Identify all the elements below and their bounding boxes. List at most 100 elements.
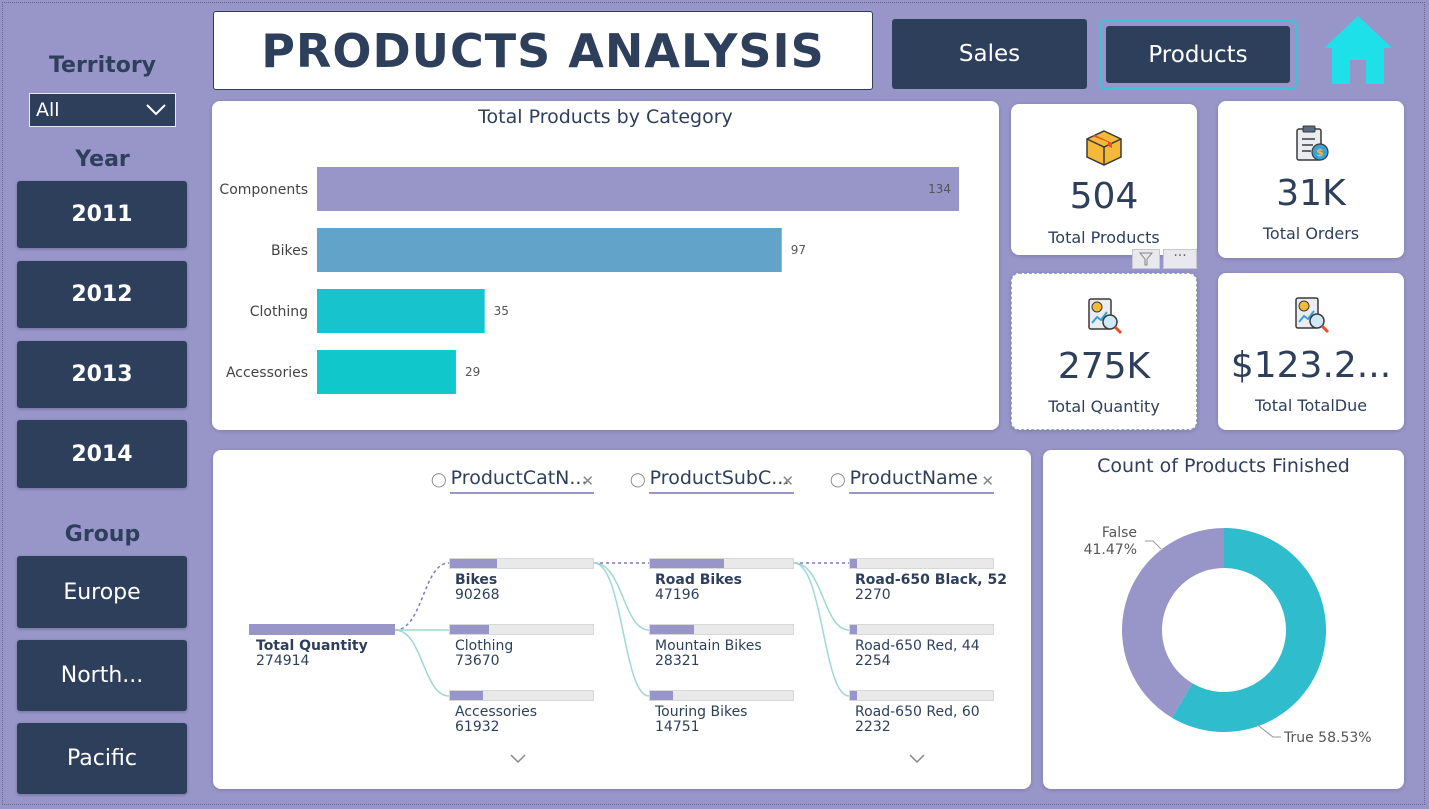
tree-root-value: 274914: [256, 653, 310, 669]
bar-category-label: Components: [219, 182, 308, 198]
chevron-down-icon[interactable]: [509, 753, 527, 765]
donut-label-false-pct: 41.47%: [1084, 542, 1137, 558]
svg-text:$: $: [1316, 146, 1324, 159]
tree-node-value: 61932: [455, 719, 500, 735]
bar-accessories[interactable]: [317, 350, 456, 394]
total-orders-label: Total Orders: [1262, 224, 1360, 243]
tree-node-value: 28321: [655, 653, 700, 669]
tree-node-bar-fill: [850, 559, 858, 568]
tree-node-bar-fill: [650, 691, 673, 700]
group-label: Group: [64, 522, 141, 547]
chevron-down-icon: [146, 104, 166, 116]
tree-node-bar-fill: [850, 625, 858, 634]
year-button-2011[interactable]: 2011: [17, 181, 187, 248]
total-quantity-value: 275K: [1057, 346, 1151, 387]
tree-node-label: Road-650 Black, 52: [855, 572, 1007, 588]
total-due-value: $123.2...: [1230, 345, 1392, 386]
page-title-box: PRODUCTS ANALYSIS: [213, 11, 873, 90]
tree-node-label: Clothing: [455, 638, 514, 654]
tree-node-bar-track[interactable]: [849, 558, 994, 569]
kpi-card-total-quantity[interactable]: 275K Total Quantity: [1011, 273, 1197, 430]
territory-dropdown-value: All: [36, 99, 60, 121]
products-nav-button[interactable]: Products: [1106, 26, 1290, 83]
year-button-2012[interactable]: 2012: [17, 261, 187, 328]
year-button-2013[interactable]: 2013: [17, 341, 187, 408]
bar-chart: Components 134 Bikes 97 Clothing 35 Accessorie…: [219, 167, 959, 394]
page-title: PRODUCTS ANALYSIS: [261, 23, 825, 78]
tree-node-bar-track[interactable]: [449, 624, 594, 635]
tree-node-label: Accessories: [455, 704, 538, 720]
total-due-label: Total TotalDue: [1254, 396, 1368, 415]
group-button-europe[interactable]: Europe: [17, 556, 187, 628]
bar-value-label: 134: [928, 182, 951, 196]
tree-node-bar-fill: [650, 625, 695, 634]
bar-bikes[interactable]: [317, 228, 782, 272]
tree-node-label: Road-650 Red, 44: [855, 638, 980, 654]
box-icon: [1086, 130, 1122, 166]
tree-node-bar-track[interactable]: [649, 624, 794, 635]
tree-node-bar-fill: [450, 559, 498, 568]
tree-node-label: Road-650 Red, 60: [855, 704, 980, 720]
tree-node-value: 2270: [855, 587, 891, 603]
tree-node-value: 2254: [855, 653, 891, 669]
year-label: Year: [75, 147, 130, 172]
bar-category-label: Clothing: [250, 304, 308, 320]
tree-node-value: 73670: [455, 653, 500, 669]
bar-category-label: Accessories: [226, 365, 308, 381]
total-quantity-label: Total Quantity: [1048, 397, 1160, 416]
total-products-value: 504: [1069, 176, 1139, 217]
bar-chart-card: Total Products by Category Components 134…: [212, 101, 999, 430]
tree-root-label: Total Quantity: [256, 638, 368, 654]
tree-node-value: 14751: [655, 719, 700, 735]
tree-root-bar[interactable]: [249, 624, 395, 635]
report-search-icon: [1295, 297, 1330, 334]
tree-node-bar-fill: [850, 691, 858, 700]
tree-node-value: 90268: [455, 587, 500, 603]
donut-slice-false[interactable]: [1122, 528, 1224, 718]
tree-node-bar-track[interactable]: [649, 558, 794, 569]
tree-node-bar-track[interactable]: [449, 690, 594, 701]
donut-chart: False41.47% True 58.53%: [1084, 525, 1372, 746]
kpi-card-total-orders[interactable]: $ 31K Total Orders: [1218, 101, 1404, 258]
total-products-label: Total Products: [1048, 228, 1160, 247]
tree-node-label: Road Bikes: [655, 572, 742, 588]
territory-label: Territory: [48, 53, 157, 78]
territory-dropdown[interactable]: All: [29, 93, 176, 127]
tree-node-label: Bikes: [455, 572, 498, 588]
bar-value-label: 97: [791, 243, 806, 257]
tree-node-bar-track[interactable]: [449, 558, 594, 569]
kpi-card-total-due[interactable]: $123.2... Total TotalDue: [1218, 273, 1404, 430]
clipboard-dollar-icon: $: [1296, 125, 1329, 161]
tree-node-label: Mountain Bikes: [655, 638, 762, 654]
decomposition-tree-card: ◯ ProductCatN... ✕ ◯ ProductSubC... ✕ ◯ Pro…: [213, 450, 1031, 789]
group-button-north[interactable]: North...: [17, 640, 187, 711]
bar-clothing[interactable]: [317, 289, 485, 333]
tree-node-bar-fill: [450, 691, 483, 700]
donut-label-true: True 58.53%: [1283, 730, 1372, 746]
group-button-pacific[interactable]: Pacific: [17, 723, 187, 794]
donut-label-false-name: False: [1102, 525, 1137, 541]
tree-node-value: 2232: [855, 719, 891, 735]
filter-icon[interactable]: [1132, 249, 1160, 269]
bar-value-label: 35: [494, 304, 509, 318]
donut-leader-line: [1145, 540, 1162, 550]
tree-node-label: Touring Bikes: [655, 704, 748, 720]
sales-nav-button[interactable]: Sales: [892, 19, 1087, 89]
home-icon[interactable]: [1322, 14, 1394, 86]
bar-components[interactable]: [317, 167, 959, 211]
year-button-2014[interactable]: 2014: [17, 420, 187, 488]
tree-node-bar-track[interactable]: [649, 690, 794, 701]
tree-node-value: 47196: [655, 587, 700, 603]
report-search-icon: [1088, 298, 1123, 335]
tree-node-bar-fill: [450, 625, 489, 634]
chevron-down-icon[interactable]: [908, 753, 926, 765]
tree-connectors: [394, 562, 850, 697]
tree-node-bar-track[interactable]: [849, 624, 994, 635]
more-options-icon[interactable]: ···: [1163, 249, 1197, 269]
total-orders-value: 31K: [1276, 173, 1346, 214]
tree-node-bar-fill: [650, 559, 725, 568]
bar-category-label: Bikes: [271, 243, 308, 259]
kpi-card-total-products[interactable]: 504 Total Products: [1011, 104, 1197, 255]
tree-node-bar-track[interactable]: [849, 690, 994, 701]
donut-chart-card: Count of Products Finished False 41.47% Tr…: [1043, 450, 1404, 789]
